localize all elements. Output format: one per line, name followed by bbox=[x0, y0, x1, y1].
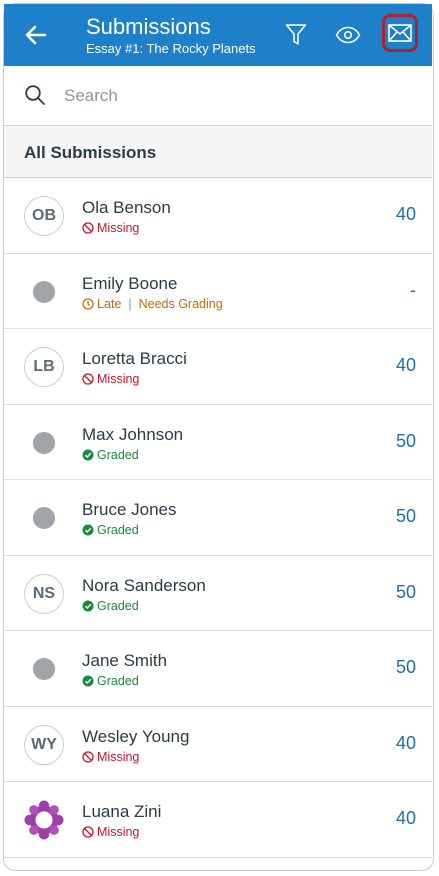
page-subtitle: Essay #1: The Rocky Planets bbox=[86, 41, 256, 56]
score: 50 bbox=[395, 430, 416, 451]
eye-icon bbox=[335, 26, 361, 44]
status-label: Graded bbox=[97, 447, 139, 462]
submission-row[interactable]: OB Ola Benson Missing 40 bbox=[4, 178, 432, 254]
needs-grading-label: Needs Grading bbox=[138, 296, 223, 311]
status-label: Missing bbox=[97, 221, 140, 235]
missing-icon bbox=[82, 750, 94, 763]
mail-icon bbox=[388, 24, 412, 42]
check-circle-icon bbox=[82, 449, 94, 460]
arrow-left-icon bbox=[25, 25, 47, 45]
search-icon bbox=[25, 85, 45, 105]
status-badge: Graded bbox=[82, 674, 139, 688]
score: 40 bbox=[395, 732, 416, 753]
student-name: Emily Boone bbox=[82, 273, 178, 293]
score: 40 bbox=[395, 808, 416, 828]
status-badge: Graded bbox=[82, 599, 139, 613]
submission-row[interactable]: Bruce Jones Graded 50 bbox=[4, 480, 432, 556]
search-input[interactable] bbox=[62, 80, 406, 112]
submission-row[interactable]: NS Nora Sanderson Graded 50 bbox=[4, 555, 432, 631]
avatar: NS bbox=[24, 573, 64, 614]
check-circle-icon bbox=[82, 675, 94, 687]
avatar bbox=[24, 423, 64, 463]
status-badge: Missing bbox=[82, 372, 139, 386]
student-name: Loretta Bracci bbox=[82, 349, 187, 368]
submission-row[interactable]: Max Johnson Graded 50 bbox=[4, 404, 432, 480]
app-header: Submissions Essay #1: The Rocky Planets bbox=[4, 4, 432, 66]
avatar: WY bbox=[24, 724, 64, 765]
score: 50 bbox=[395, 506, 416, 526]
status-label: Missing bbox=[97, 372, 140, 386]
score: 40 bbox=[395, 204, 416, 224]
student-name: Wesley Young bbox=[82, 726, 190, 746]
section-header-all-submissions: All Submissions bbox=[4, 127, 432, 178]
missing-icon bbox=[82, 222, 94, 234]
submission-row[interactable]: LB Loretta Bracci Missing 40 bbox=[4, 329, 432, 405]
anonymous-view-button[interactable] bbox=[331, 18, 365, 52]
avatar bbox=[24, 272, 64, 312]
back-button[interactable] bbox=[22, 21, 50, 49]
student-name: Nora Sanderson bbox=[82, 575, 206, 595]
status-badge: Missing bbox=[82, 750, 139, 764]
score: 40 bbox=[395, 355, 416, 375]
status-badge: Graded bbox=[82, 448, 139, 462]
search-bar bbox=[4, 66, 432, 126]
status-label: Missing bbox=[97, 749, 140, 764]
avatar bbox=[24, 498, 64, 538]
submission-row[interactable]: Emily Boone Late | Needs Grading - bbox=[4, 253, 432, 329]
submission-row[interactable]: WY Wesley Young Missing 40 bbox=[4, 706, 432, 782]
submission-row[interactable]: Jane Smith Graded 50 bbox=[4, 631, 432, 707]
status-label: Late bbox=[97, 296, 122, 311]
score: 50 bbox=[395, 657, 416, 677]
score: 50 bbox=[395, 581, 416, 602]
status-badge: Missing bbox=[82, 825, 139, 839]
check-circle-icon bbox=[82, 600, 94, 611]
status-label: Missing bbox=[97, 825, 140, 839]
student-name: Luana Zini bbox=[82, 802, 162, 821]
submission-row[interactable]: Luana Zini Missing 40 bbox=[4, 782, 432, 858]
avatar: LB bbox=[24, 347, 64, 387]
status-badge: Late | Needs Grading bbox=[82, 297, 223, 311]
missing-icon bbox=[82, 373, 94, 385]
header-titles: Submissions Essay #1: The Rocky Planets bbox=[86, 14, 256, 57]
page-title: Submissions bbox=[86, 14, 211, 39]
check-circle-icon bbox=[82, 524, 94, 536]
message-students-button[interactable] bbox=[382, 14, 418, 52]
filter-button[interactable] bbox=[279, 18, 313, 52]
student-name: Ola Benson bbox=[82, 198, 171, 217]
avatar-image bbox=[24, 800, 64, 840]
score: - bbox=[410, 279, 416, 300]
status-label: Graded bbox=[97, 674, 139, 688]
student-name: Max Johnson bbox=[82, 424, 184, 444]
filter-icon bbox=[285, 24, 307, 45]
status-label: Graded bbox=[97, 523, 139, 537]
student-name: Bruce Jones bbox=[82, 500, 177, 519]
avatar: OB bbox=[24, 196, 64, 236]
status-separator: | bbox=[128, 296, 132, 311]
student-name: Jane Smith bbox=[82, 651, 168, 670]
missing-icon bbox=[82, 826, 94, 838]
status-badge: Graded bbox=[82, 523, 139, 537]
status-label: Graded bbox=[97, 598, 139, 613]
status-badge: Missing bbox=[82, 221, 139, 235]
avatar bbox=[24, 800, 64, 840]
avatar bbox=[24, 649, 64, 689]
clock-icon bbox=[82, 297, 94, 310]
submissions-list: OB Ola Benson Missing 40 Emily Boone Lat… bbox=[4, 178, 432, 858]
